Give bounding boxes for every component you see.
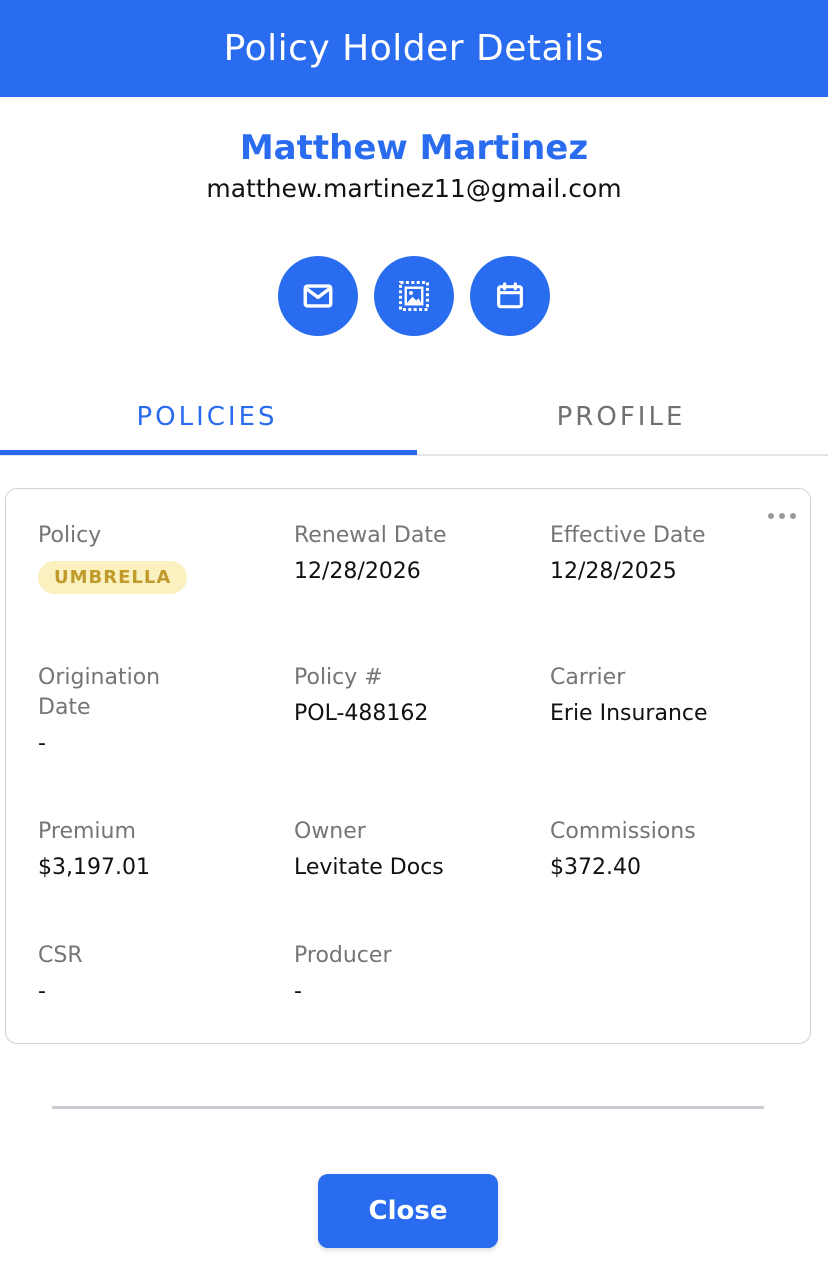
policy-field: Policy UMBRELLA (38, 521, 258, 594)
carrier-label: Carrier (550, 665, 626, 690)
active-tab-indicator (0, 450, 417, 455)
effective-date-value: 12/28/2025 (550, 559, 677, 584)
producer-field: Producer - (294, 941, 514, 1007)
effective-date-field: Effective Date 12/28/2025 (550, 521, 770, 587)
policy-number-field: Policy # POL-488162 (294, 663, 514, 729)
origination-date-value: - (38, 731, 46, 756)
premium-label: Premium (38, 819, 136, 844)
send-card-button[interactable] (374, 256, 454, 336)
policy-number-value: POL-488162 (294, 701, 429, 726)
producer-value: - (294, 979, 302, 1004)
tab-profile[interactable]: PROFILE (414, 380, 828, 454)
divider (52, 1106, 764, 1109)
origination-date-label: Origination Date (38, 665, 161, 720)
mail-icon (303, 284, 333, 308)
csr-value: - (38, 979, 46, 1004)
schedule-meeting-button[interactable] (470, 256, 550, 336)
owner-value: Levitate Docs (294, 855, 444, 880)
premium-value: $3,197.01 (38, 855, 150, 880)
renewal-date-field: Renewal Date 12/28/2026 (294, 521, 514, 587)
holder-name: Matthew Martinez (239, 128, 589, 168)
commissions-value: $372.40 (550, 855, 641, 880)
owner-field: Owner Levitate Docs (294, 817, 514, 883)
tab-policies[interactable]: POLICIES (0, 380, 414, 454)
csr-label: CSR (38, 943, 83, 968)
renewal-date-value: 12/28/2026 (294, 559, 421, 584)
policy-card: Policy UMBRELLA Renewal Date 12/28/2026 … (5, 488, 811, 1044)
holder-email: matthew.martinez11@gmail.com (206, 174, 622, 203)
header-bar: Policy Holder Details (0, 0, 828, 97)
producer-label: Producer (294, 943, 392, 968)
page-title: Policy Holder Details (223, 28, 605, 69)
origination-date-field: Origination Date - (38, 663, 218, 759)
calendar-icon (497, 282, 523, 309)
effective-date-label: Effective Date (550, 523, 706, 548)
commissions-field: Commissions $372.40 (550, 817, 770, 883)
more-options-icon[interactable] (768, 513, 796, 519)
csr-field: CSR - (38, 941, 258, 1007)
send-email-button[interactable] (278, 256, 358, 336)
premium-field: Premium $3,197.01 (38, 817, 258, 883)
policy-type-badge: UMBRELLA (38, 561, 188, 594)
commissions-label: Commissions (550, 819, 696, 844)
close-button[interactable]: Close (318, 1174, 498, 1248)
policy-number-label: Policy # (294, 665, 383, 690)
policy-label: Policy (38, 523, 102, 548)
owner-label: Owner (294, 819, 366, 844)
action-buttons (0, 256, 828, 336)
carrier-field: Carrier Erie Insurance (550, 663, 770, 729)
carrier-value: Erie Insurance (550, 701, 708, 726)
image-frame-icon (399, 281, 429, 311)
tab-bar: POLICIES PROFILE (0, 380, 828, 456)
renewal-date-label: Renewal Date (294, 523, 447, 548)
